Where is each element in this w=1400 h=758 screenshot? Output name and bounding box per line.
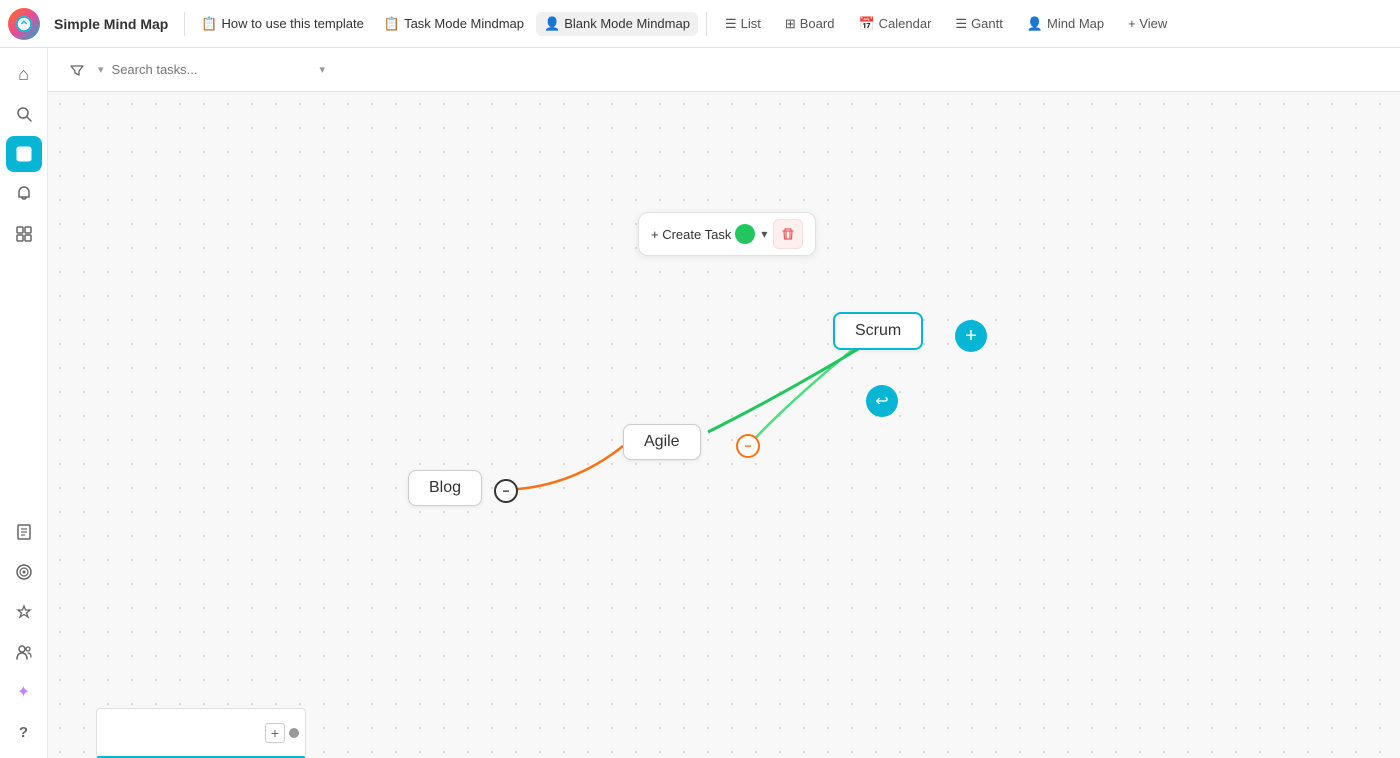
tab-task-mode[interactable]: 📋 Task Mode Mindmap bbox=[376, 12, 532, 36]
list-icon: ☰ bbox=[725, 16, 737, 32]
mini-map-dot bbox=[289, 728, 299, 738]
mindmap-icon: 👤 bbox=[1027, 16, 1043, 32]
gantt-icon: ☰ bbox=[955, 16, 967, 32]
node-blog[interactable]: Blog bbox=[408, 470, 482, 506]
scrum-expand-button[interactable]: ↩ bbox=[866, 385, 898, 417]
filter-dropdown-icon[interactable]: ▾ bbox=[98, 63, 104, 76]
view-list[interactable]: ☰ List bbox=[715, 12, 771, 36]
sidebar-item-ai[interactable]: ✦ bbox=[6, 674, 42, 710]
tab-how-to-use-label: How to use this template bbox=[222, 16, 364, 31]
tab-blank-mode-label: Blank Mode Mindmap bbox=[564, 16, 690, 31]
add-view-button[interactable]: + View bbox=[1118, 12, 1177, 35]
sidebar-item-search[interactable] bbox=[6, 96, 42, 132]
logo-inner bbox=[16, 16, 32, 32]
sidebar: ⌂ bbox=[0, 48, 48, 758]
view-board-label: Board bbox=[800, 16, 835, 31]
calendar-icon: 📅 bbox=[858, 16, 874, 32]
filter-button[interactable] bbox=[64, 59, 90, 81]
topbar: Simple Mind Map 📋 How to use this templa… bbox=[0, 0, 1400, 48]
view-mindmap-label: Mind Map bbox=[1047, 16, 1104, 31]
content-area: ▾ ▾ + Create Task ▾ bbox=[48, 48, 1400, 758]
sidebar-item-help[interactable]: ? bbox=[6, 714, 42, 750]
view-gantt-label: Gantt bbox=[971, 16, 1003, 31]
create-task-bar: + Create Task ▾ bbox=[638, 212, 816, 256]
sidebar-item-docs[interactable] bbox=[6, 514, 42, 550]
node-scrum-label: Scrum bbox=[855, 322, 901, 339]
blog-collapse-icon: − bbox=[502, 484, 509, 498]
topbar-divider-1 bbox=[184, 12, 185, 36]
add-icon: + bbox=[965, 325, 977, 348]
topbar-divider-2 bbox=[706, 12, 707, 36]
filter-icon bbox=[70, 63, 84, 77]
main-layout: ⌂ bbox=[0, 48, 1400, 758]
trash-icon bbox=[781, 227, 795, 241]
node-agile[interactable]: Agile bbox=[623, 424, 701, 460]
search-input[interactable] bbox=[112, 62, 312, 77]
app-logo[interactable] bbox=[8, 8, 40, 40]
view-board[interactable]: ⊞ Board bbox=[775, 12, 845, 36]
sidebar-item-dashboards[interactable] bbox=[6, 216, 42, 252]
delete-button[interactable] bbox=[773, 219, 803, 249]
sidebar-item-pulse[interactable] bbox=[6, 554, 42, 590]
sidebar-item-tasks[interactable] bbox=[6, 136, 42, 172]
view-mindmap[interactable]: 👤 Mind Map bbox=[1017, 12, 1114, 36]
add-view-label: + View bbox=[1128, 16, 1167, 31]
sidebar-item-notifications[interactable] bbox=[6, 176, 42, 212]
sidebar-item-home[interactable]: ⌂ bbox=[6, 56, 42, 92]
node-blog-label: Blog bbox=[429, 479, 461, 496]
sidebar-item-goals[interactable] bbox=[6, 594, 42, 630]
view-gantt[interactable]: ☰ Gantt bbox=[945, 12, 1012, 36]
sidebar-item-people[interactable] bbox=[6, 634, 42, 670]
create-task-label: + Create Task bbox=[651, 227, 731, 242]
project-name: Simple Mind Map bbox=[46, 12, 176, 36]
status-dot[interactable] bbox=[735, 224, 755, 244]
view-calendar-label: Calendar bbox=[879, 16, 932, 31]
board-icon: ⊞ bbox=[785, 16, 796, 32]
create-task-button[interactable]: + Create Task bbox=[651, 227, 731, 242]
agile-collapse-button[interactable]: − bbox=[736, 434, 760, 458]
mindmap-canvas[interactable]: + Create Task ▾ Scrum Agile Blo bbox=[48, 92, 1400, 758]
agile-collapse-icon: − bbox=[744, 439, 751, 453]
tab-task-mode-icon: 📋 bbox=[384, 16, 400, 32]
tab-blank-mode-icon: 👤 bbox=[544, 16, 560, 32]
status-chevron[interactable]: ▾ bbox=[759, 227, 769, 241]
tab-blank-mode[interactable]: 👤 Blank Mode Mindmap bbox=[536, 12, 698, 36]
connections-svg bbox=[48, 92, 1400, 758]
search-dropdown-icon[interactable]: ▾ bbox=[320, 63, 326, 76]
toolbar: ▾ ▾ bbox=[48, 48, 1400, 92]
view-list-label: List bbox=[741, 16, 761, 31]
mini-map-plus[interactable]: + bbox=[265, 723, 285, 743]
node-agile-label: Agile bbox=[644, 433, 680, 450]
sidebar-bottom: ✦ ? bbox=[6, 514, 42, 750]
tab-task-mode-label: Task Mode Mindmap bbox=[404, 16, 524, 31]
tab-how-to-use-icon: 📋 bbox=[201, 16, 217, 32]
node-scrum[interactable]: Scrum bbox=[833, 312, 923, 350]
tab-how-to-use[interactable]: 📋 How to use this template bbox=[193, 12, 372, 36]
mini-map: + bbox=[96, 708, 306, 758]
blog-collapse-button[interactable]: − bbox=[494, 479, 518, 503]
expand-icon: ↩ bbox=[875, 391, 888, 411]
view-calendar[interactable]: 📅 Calendar bbox=[848, 12, 941, 36]
scrum-add-button[interactable]: + bbox=[955, 320, 987, 352]
